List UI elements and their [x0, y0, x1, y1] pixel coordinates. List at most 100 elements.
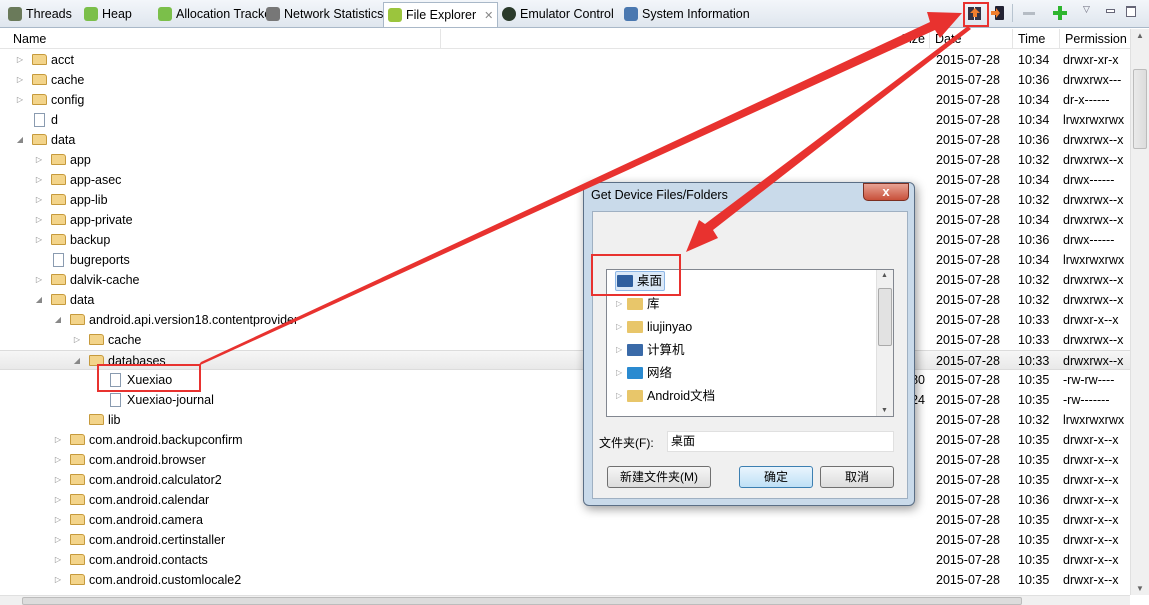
- tab-heap[interactable]: Heap: [80, 3, 136, 25]
- annotation-box-file: [97, 364, 201, 392]
- table-row[interactable]: ▷ dalvik-cache 2015-07-28 10:32 drwxrwx--x: [0, 270, 1130, 290]
- table-row[interactable]: ▷ com.android.backupconfirm 2015-07-28 10:3…: [0, 430, 1130, 450]
- expanded-arrow-icon[interactable]: ◢: [34, 290, 44, 310]
- scroll-up-icon[interactable]: ▲: [1136, 31, 1144, 40]
- folder-input[interactable]: 桌面: [667, 431, 894, 452]
- dialog-close-button[interactable]: x: [863, 183, 909, 201]
- annotation-box-toolbar: [963, 2, 989, 27]
- expand-arrow-icon[interactable]: ▷: [53, 430, 63, 450]
- table-row[interactable]: ▷ com.android.certinstaller 2015-07-28 10:3…: [0, 530, 1130, 550]
- new-folder-button[interactable]: 新建文件夹(M): [607, 466, 711, 488]
- table-row[interactable]: ◢ android.api.version18.contentprovider 20…: [0, 310, 1130, 330]
- row-date: 2015-07-28: [936, 253, 1000, 267]
- tab-file-explorer[interactable]: File Explorer ✕: [383, 2, 499, 27]
- folder-tree-item[interactable]: ▷ 库: [607, 293, 877, 315]
- expanded-arrow-icon[interactable]: ◢: [15, 130, 25, 150]
- row-name: config: [51, 93, 85, 107]
- table-row[interactable]: ▷ cache 2015-07-28 10:33 drwxrwx--x: [0, 330, 1130, 350]
- expanded-arrow-icon[interactable]: ◢: [72, 351, 82, 371]
- table-row[interactable]: ▷ config 2015-07-28 10:34 dr-x------: [0, 90, 1130, 110]
- table-row[interactable]: ▷ app-asec 2015-07-28 10:34 drwx------: [0, 170, 1130, 190]
- table-row[interactable]: ◢ data 2015-07-28 10:36 drwxrwx--x: [0, 130, 1130, 150]
- expand-arrow-icon[interactable]: ▷: [34, 270, 44, 290]
- expand-arrow-icon[interactable]: ▷: [616, 293, 622, 315]
- table-row[interactable]: bugreports 2015-07-28 10:34 lrwxrwxrwx: [0, 250, 1130, 270]
- table-row[interactable]: ▷ app 2015-07-28 10:32 drwxrwx--x: [0, 150, 1130, 170]
- expand-arrow-icon[interactable]: ▷: [53, 530, 63, 550]
- expand-arrow-icon[interactable]: ▷: [53, 490, 63, 510]
- row-date: 2015-07-28: [936, 313, 1000, 327]
- table-row[interactable]: ▷ com.android.contacts 2015-07-28 10:35 drwx…: [0, 550, 1130, 570]
- column-size[interactable]: Size: [441, 29, 930, 49]
- push-file-to-device-icon: [991, 6, 1004, 20]
- expand-arrow-icon[interactable]: ▷: [34, 190, 44, 210]
- expand-arrow-icon[interactable]: ▷: [34, 150, 44, 170]
- expand-arrow-icon[interactable]: ▷: [616, 339, 622, 361]
- tab-allocation-tracker[interactable]: Allocation Tracker: [154, 3, 279, 25]
- table-row[interactable]: ▷ app-lib 2015-07-28 10:32 drwxrwx--x: [0, 190, 1130, 210]
- table-row[interactable]: ▷ backup 2015-07-28 10:36 drwx------: [0, 230, 1130, 250]
- expand-arrow-icon[interactable]: ▷: [616, 362, 622, 384]
- expand-arrow-icon[interactable]: ▷: [34, 230, 44, 250]
- push-file-button[interactable]: [990, 5, 1006, 21]
- table-row[interactable]: ▷ cache 2015-07-28 10:36 drwxrwx---: [0, 70, 1130, 90]
- row-permission: drwxr-x--x: [1063, 533, 1119, 547]
- row-permission: drwxr-x--x: [1063, 453, 1119, 467]
- table-row[interactable]: ▷ com.android.camera 2015-07-28 10:35 drwxr-…: [0, 510, 1130, 530]
- expand-arrow-icon[interactable]: ▷: [15, 70, 25, 90]
- expand-arrow-icon[interactable]: ▷: [53, 570, 63, 590]
- table-row[interactable]: ▷ com.android.customlocale2 2015-07-28 10:3…: [0, 570, 1130, 590]
- vertical-scrollbar[interactable]: ▲ ▼: [1130, 29, 1149, 595]
- expand-arrow-icon[interactable]: ▷: [53, 470, 63, 490]
- column-permission[interactable]: Permission: [1060, 29, 1130, 49]
- scroll-thumb[interactable]: [1133, 69, 1147, 149]
- minimize-button[interactable]: [1106, 9, 1115, 13]
- row-name: app-private: [70, 213, 133, 227]
- tab-emulator-control[interactable]: Emulator Control: [498, 3, 618, 25]
- tab-threads[interactable]: Threads: [4, 3, 76, 25]
- maximize-button[interactable]: [1126, 6, 1136, 17]
- table-row[interactable]: ▷ app-private 2015-07-28 10:34 drwxrwx--x: [0, 210, 1130, 230]
- table-row[interactable]: d 2015-07-28 10:34 lrwxrwxrwx: [0, 110, 1130, 130]
- row-permission: dr-x------: [1063, 93, 1110, 107]
- expand-arrow-icon[interactable]: ▷: [34, 210, 44, 230]
- table-row[interactable]: ◢ data 2015-07-28 10:32 drwxrwx--x: [0, 290, 1130, 310]
- column-name[interactable]: Name: [8, 29, 441, 49]
- close-tab-icon[interactable]: ✕: [484, 9, 493, 22]
- folder-tree-item[interactable]: ▷ liujinyao: [607, 316, 877, 338]
- file-icon: [34, 113, 45, 127]
- new-folder-button[interactable]: [1052, 5, 1068, 21]
- table-row[interactable]: lib 2015-07-28 10:32 lrwxrwxrwx: [0, 410, 1130, 430]
- folder-tree-item[interactable]: ▷ 网络: [607, 362, 877, 384]
- expand-arrow-icon[interactable]: ▷: [15, 50, 25, 70]
- cancel-button[interactable]: 取消: [820, 466, 894, 488]
- column-time[interactable]: Time: [1013, 29, 1060, 49]
- scroll-down-icon[interactable]: ▼: [1136, 584, 1144, 593]
- table-row[interactable]: ▷ com.android.browser 2015-07-28 10:35 drwxr…: [0, 450, 1130, 470]
- folder-tree-item[interactable]: ▷ Android文档: [607, 385, 877, 407]
- expand-arrow-icon[interactable]: ▷: [53, 510, 63, 530]
- table-row[interactable]: ▷ com.android.calendar 2015-07-28 10:36 drwx…: [0, 490, 1130, 510]
- expand-arrow-icon[interactable]: ▷: [72, 330, 82, 350]
- view-menu-button[interactable]: ▽: [1083, 4, 1090, 15]
- expand-arrow-icon[interactable]: ▷: [616, 316, 622, 338]
- expanded-arrow-icon[interactable]: ◢: [53, 310, 63, 330]
- hscroll-thumb[interactable]: [22, 597, 1022, 605]
- expand-arrow-icon[interactable]: ▷: [53, 450, 63, 470]
- tab-network-statistics[interactable]: Network Statistics: [262, 3, 387, 25]
- expand-arrow-icon[interactable]: ▷: [34, 170, 44, 190]
- table-row[interactable]: ▷ acct 2015-07-28 10:34 drwxr-xr-x: [0, 50, 1130, 70]
- table-row[interactable]: Xuexiao-journal 24 2015-07-28 10:35 -rw-----…: [0, 390, 1130, 410]
- folder-tree-scrollbar[interactable]: ▲ ▼: [876, 270, 893, 416]
- expand-arrow-icon[interactable]: ▷: [15, 90, 25, 110]
- table-row[interactable]: ▷ com.android.calculator2 2015-07-28 10:35 d…: [0, 470, 1130, 490]
- folder-tree-item[interactable]: ▷ 计算机: [607, 339, 877, 361]
- tab-system-information[interactable]: System Information: [620, 3, 754, 25]
- row-name: dalvik-cache: [70, 273, 140, 287]
- column-date[interactable]: Date: [930, 29, 1013, 49]
- ok-button[interactable]: 确定: [739, 466, 813, 488]
- expand-arrow-icon[interactable]: ▷: [616, 385, 622, 407]
- expand-arrow-icon[interactable]: ▷: [53, 550, 63, 570]
- horizontal-scrollbar[interactable]: [0, 595, 1130, 605]
- delete-button[interactable]: [1021, 5, 1037, 21]
